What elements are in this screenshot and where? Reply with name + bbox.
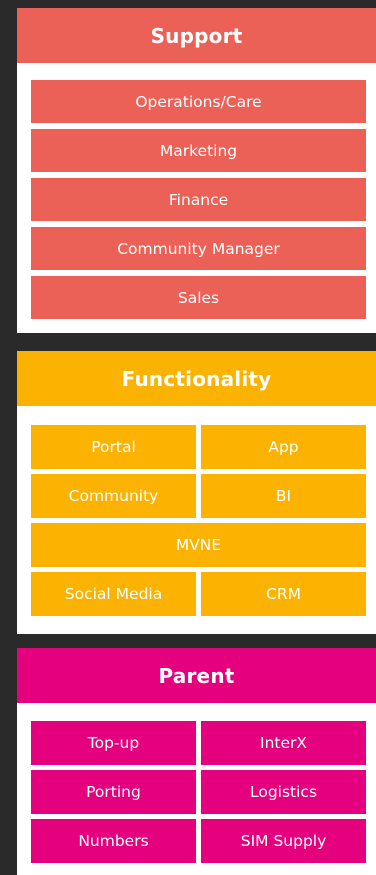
support-item-sales: Sales	[31, 276, 366, 319]
functionality-item-portal: Portal	[31, 425, 196, 469]
support-title: Support	[17, 8, 376, 63]
parent-item-top-up: Top-up	[31, 721, 196, 765]
parent-item-logistics: Logistics	[201, 770, 366, 814]
functionality-item-crm: CRM	[201, 572, 366, 616]
support-item-finance: Finance	[31, 178, 366, 221]
parent-title: Parent	[17, 648, 376, 703]
functionality-item-app: App	[201, 425, 366, 469]
functionality-item-bi: BI	[201, 474, 366, 518]
parent-item-porting: Porting	[31, 770, 196, 814]
functionality-title: Functionality	[17, 351, 376, 406]
parent-item-interx: InterX	[201, 721, 366, 765]
support-item-operations-care: Operations/Care	[31, 80, 366, 123]
functionality-item-social-media: Social Media	[31, 572, 196, 616]
parent-item-numbers: Numbers	[31, 819, 196, 863]
functionality-section: Functionality Portal App Community BI MV…	[17, 351, 376, 634]
functionality-item-mvne: MVNE	[31, 523, 366, 567]
parent-section: Parent Top-up InterX Porting Logistics N…	[17, 648, 376, 875]
parent-item-sim-supply: SIM Supply	[201, 819, 366, 863]
functionality-item-community: Community	[31, 474, 196, 518]
support-item-community-manager: Community Manager	[31, 227, 366, 270]
support-section: Support Operations/Care Marketing Financ…	[17, 8, 376, 333]
support-item-marketing: Marketing	[31, 129, 366, 172]
